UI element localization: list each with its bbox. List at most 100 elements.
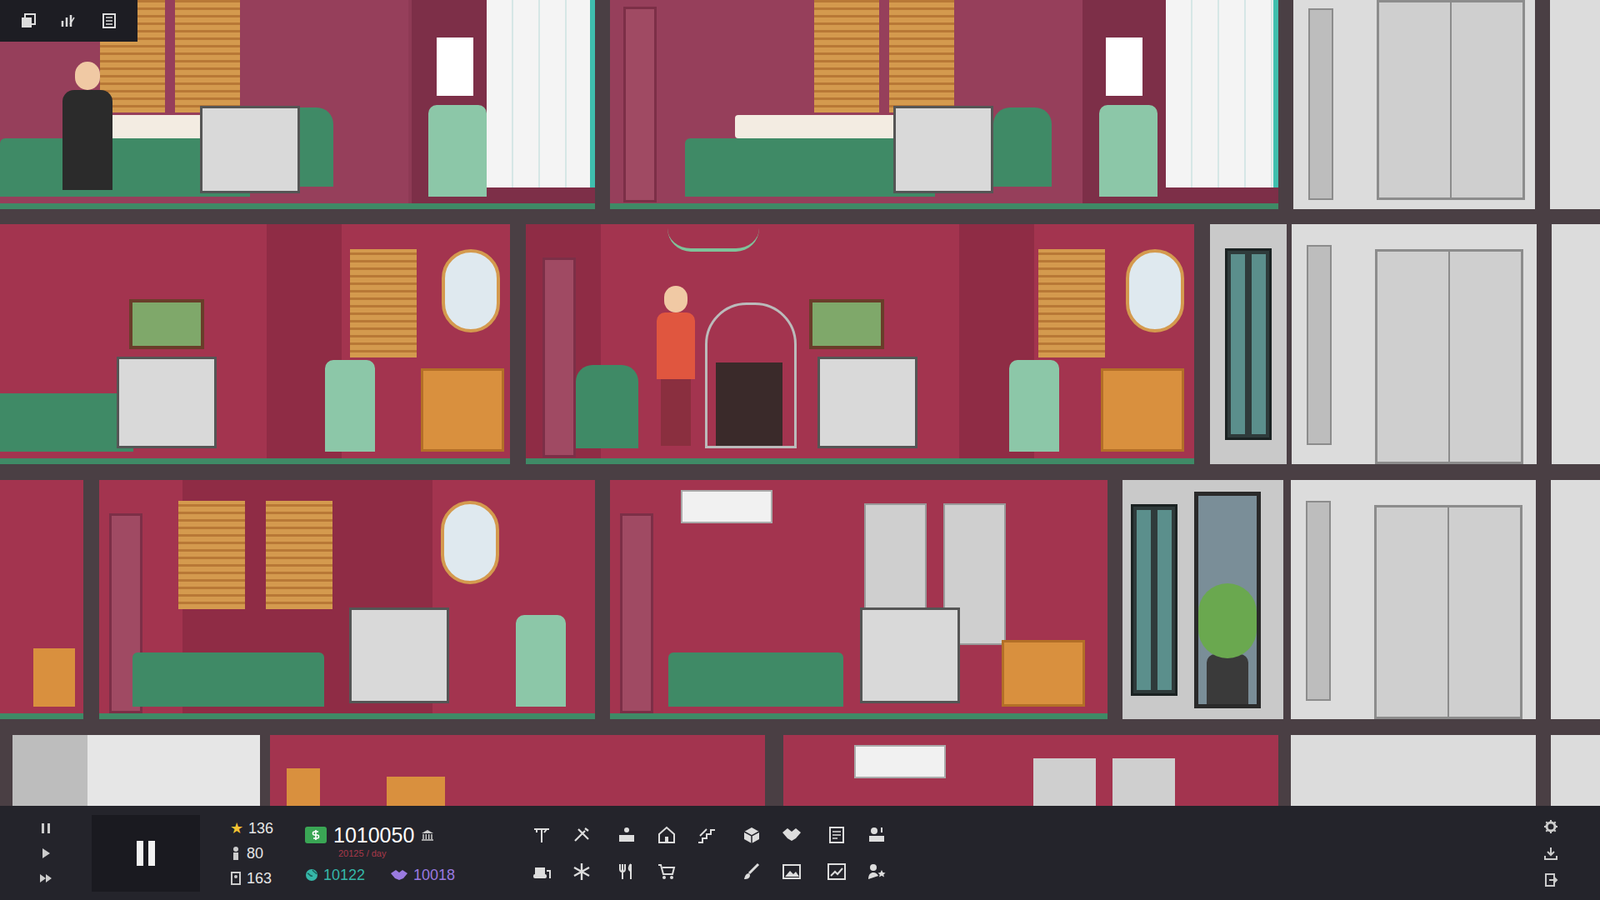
hotel-stats: ★136 80 163 <box>230 819 289 888</box>
bottom-bar: ★136 80 163 1010050 20125 / day 10122 10… <box>0 805 1600 900</box>
toilet <box>515 615 566 707</box>
toilet <box>325 360 375 452</box>
hotel-room[interactable] <box>270 735 765 806</box>
mirror <box>441 249 500 333</box>
chandelier <box>667 228 760 252</box>
exit-icon[interactable] <box>1543 872 1559 888</box>
layers-icon[interactable] <box>20 12 37 30</box>
hotel-room[interactable] <box>610 480 1108 720</box>
build-menu <box>531 825 887 881</box>
hotel-scene[interactable] <box>0 0 1600 806</box>
elevator[interactable] <box>1290 735 1536 806</box>
cart-icon[interactable] <box>656 862 677 881</box>
stairs-icon[interactable] <box>696 825 717 845</box>
influence-value: 10018 <box>413 865 455 885</box>
hotel-room[interactable] <box>783 735 1279 806</box>
bellhop <box>650 285 701 449</box>
cart <box>893 105 994 194</box>
gear-icon[interactable] <box>1543 819 1559 835</box>
play-icon[interactable] <box>40 846 52 860</box>
review-icon[interactable] <box>866 862 887 881</box>
door <box>542 257 576 458</box>
building-icon[interactable] <box>100 12 118 30</box>
window-blinds <box>178 500 245 610</box>
floor <box>0 480 1600 720</box>
air-conditioner <box>680 490 773 524</box>
painting <box>129 299 205 350</box>
tools-icon[interactable] <box>571 825 592 845</box>
pause-icon[interactable] <box>40 821 52 835</box>
construction-icon[interactable] <box>531 825 552 845</box>
armchair <box>993 107 1052 187</box>
handshake-icon <box>390 868 409 882</box>
restaurant-icon[interactable] <box>616 862 637 881</box>
elevator[interactable] <box>1290 480 1536 720</box>
staff-info-icon[interactable] <box>866 825 887 845</box>
window-blinds <box>175 0 240 113</box>
floor <box>0 224 1600 465</box>
painting <box>809 299 885 350</box>
fast-forward-icon[interactable] <box>39 871 53 885</box>
bed <box>0 393 134 452</box>
report-icon[interactable] <box>826 825 847 845</box>
air-conditioner <box>854 745 946 779</box>
cart <box>200 105 300 194</box>
cart <box>817 356 918 449</box>
reputation-value: 10122 <box>323 865 365 885</box>
box-icon[interactable] <box>741 825 762 845</box>
mirror <box>440 500 500 585</box>
window-blinds <box>889 0 955 113</box>
luggage-cart <box>705 302 797 449</box>
hotel-room[interactable] <box>0 480 84 720</box>
save-icon[interactable] <box>1543 845 1559 861</box>
globe-icon <box>305 868 319 882</box>
hallway[interactable] <box>12 735 260 806</box>
room-icon[interactable] <box>656 825 677 845</box>
brush-icon[interactable] <box>741 862 762 881</box>
elevator[interactable] <box>1550 0 1600 210</box>
person <box>58 61 117 195</box>
floor <box>0 0 1600 210</box>
elevator-shaft[interactable] <box>1210 224 1287 465</box>
window-blinds <box>814 0 880 113</box>
hotel-room[interactable] <box>525 224 1195 465</box>
landscape-icon[interactable] <box>781 862 802 881</box>
hotel-room[interactable] <box>99 480 595 720</box>
window-blinds <box>350 249 417 358</box>
stats-icon[interactable] <box>60 12 77 30</box>
cart <box>116 356 217 449</box>
staff-icon <box>230 845 242 861</box>
elevator[interactable] <box>1293 0 1535 210</box>
finances: 1010050 20125 / day 10122 10018 <box>305 822 472 885</box>
clock[interactable] <box>91 815 200 892</box>
speed-controls <box>33 821 59 885</box>
elevator[interactable] <box>1551 224 1600 465</box>
rating-value: 136 <box>248 819 274 838</box>
elevator[interactable] <box>1550 735 1600 806</box>
snowflake-icon[interactable] <box>571 862 592 881</box>
elevator-shaft[interactable] <box>1122 480 1284 720</box>
hotel-room[interactable] <box>610 0 1279 210</box>
guest-icon <box>230 870 242 886</box>
floor <box>0 735 1600 806</box>
money-icon <box>305 826 327 844</box>
reception-icon[interactable] <box>616 825 637 845</box>
bank-icon[interactable] <box>420 828 435 842</box>
bed <box>668 652 844 707</box>
mirror <box>1125 249 1185 333</box>
chart-icon[interactable] <box>826 862 847 881</box>
staff-value: 80 <box>246 844 264 863</box>
bathroom <box>411 0 595 204</box>
handshake-icon[interactable] <box>781 825 802 845</box>
system-menu <box>1543 819 1559 888</box>
window-blinds <box>1038 249 1105 358</box>
door <box>620 513 654 714</box>
elevator[interactable] <box>1550 480 1600 720</box>
cart <box>349 607 450 704</box>
cart <box>860 607 960 704</box>
money-rate: 20125 / day <box>338 847 472 860</box>
hotel-room[interactable] <box>0 224 510 465</box>
elevator[interactable] <box>1291 224 1537 465</box>
bulldozer-icon[interactable] <box>531 862 552 881</box>
guests-value: 163 <box>246 869 272 888</box>
